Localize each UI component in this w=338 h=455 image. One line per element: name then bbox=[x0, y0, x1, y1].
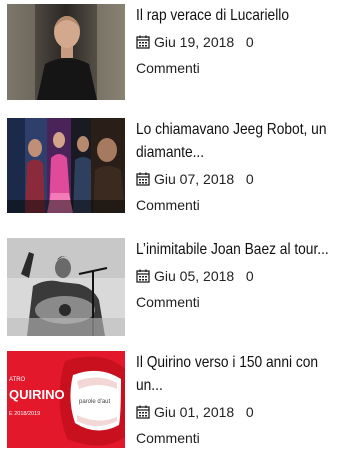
post-thumbnail[interactable] bbox=[7, 4, 125, 100]
comments-count[interactable]: 0 bbox=[246, 268, 254, 284]
poster-brand: QUIRINO bbox=[9, 387, 65, 402]
post-meta: Giu 05, 2018 0 Commenti bbox=[136, 263, 338, 315]
post-title[interactable]: Il Quirino verso i 150 anni con un... bbox=[136, 351, 336, 397]
post-thumbnail[interactable] bbox=[7, 238, 125, 336]
post-date: Giu 19, 2018 bbox=[154, 34, 235, 50]
post-info: L’inimitabile Joan Baez al tour... Giu 0… bbox=[136, 238, 338, 315]
post-date: Giu 07, 2018 bbox=[154, 171, 235, 187]
post-date: Giu 05, 2018 bbox=[154, 268, 235, 284]
post-date: Giu 01, 2018 bbox=[154, 404, 235, 420]
comments-count[interactable]: 0 bbox=[246, 34, 254, 50]
comments-label[interactable]: Commenti bbox=[136, 294, 200, 310]
post-item: L’inimitabile Joan Baez al tour... Giu 0… bbox=[7, 238, 338, 338]
post-info: Lo chiamavano Jeeg Robot, un diamante...… bbox=[136, 118, 338, 218]
post-item: Lo chiamavano Jeeg Robot, un diamante...… bbox=[7, 118, 338, 218]
movie-cast-photo bbox=[7, 118, 125, 213]
post-item: Il rap verace di Lucariello Giu 19, 2018… bbox=[7, 4, 338, 104]
calendar-icon bbox=[136, 35, 150, 49]
post-thumbnail[interactable] bbox=[7, 118, 125, 213]
theatre-poster: ATRO QUIRINO E 2018/2019 parole d'aut bbox=[7, 351, 125, 448]
post-thumbnail[interactable]: ATRO QUIRINO E 2018/2019 parole d'aut bbox=[7, 351, 125, 448]
post-item: ATRO QUIRINO E 2018/2019 parole d'aut Il… bbox=[7, 351, 338, 455]
post-title[interactable]: Il rap verace di Lucariello bbox=[136, 4, 336, 27]
comments-count[interactable]: 0 bbox=[246, 171, 254, 187]
calendar-icon bbox=[136, 269, 150, 283]
calendar-icon bbox=[136, 172, 150, 186]
comments-count[interactable]: 0 bbox=[246, 404, 254, 420]
post-meta: Giu 19, 2018 0 Commenti bbox=[136, 29, 338, 81]
post-meta: Giu 07, 2018 0 Commenti bbox=[136, 166, 338, 218]
comments-label[interactable]: Commenti bbox=[136, 430, 200, 446]
poster-brand-small: ATRO bbox=[9, 377, 26, 383]
concert-photo bbox=[7, 238, 125, 336]
post-info: Il Quirino verso i 150 anni con un... Gi… bbox=[136, 351, 338, 451]
portrait-photo bbox=[7, 4, 125, 100]
post-title[interactable]: Lo chiamavano Jeeg Robot, un diamante... bbox=[136, 118, 336, 164]
poster-tagline: parole d'aut bbox=[79, 399, 111, 405]
post-meta: Giu 01, 2018 0 Commenti bbox=[136, 399, 338, 451]
poster-season: E 2018/2019 bbox=[9, 411, 40, 417]
post-info: Il rap verace di Lucariello Giu 19, 2018… bbox=[136, 4, 338, 81]
calendar-icon bbox=[136, 405, 150, 419]
comments-label[interactable]: Commenti bbox=[136, 197, 200, 213]
comments-label[interactable]: Commenti bbox=[136, 60, 200, 76]
post-title[interactable]: L’inimitabile Joan Baez al tour... bbox=[136, 238, 336, 261]
